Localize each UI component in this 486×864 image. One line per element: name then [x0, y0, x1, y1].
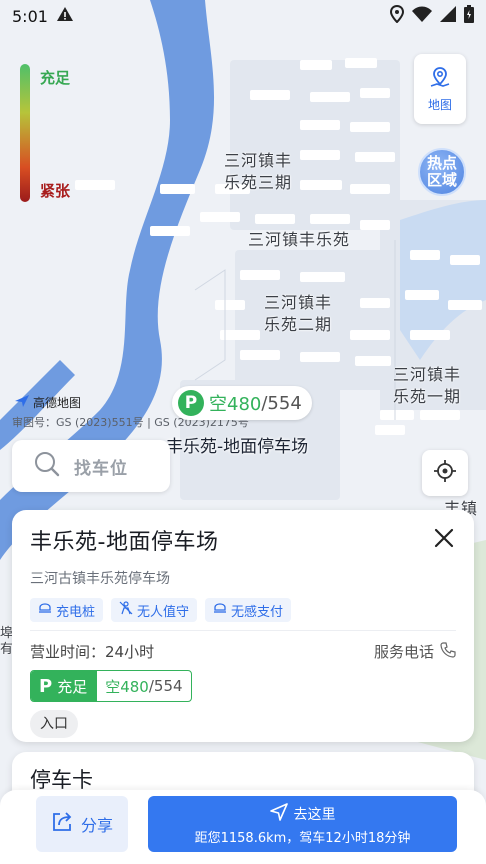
find-parking-search[interactable]: 找车位	[12, 440, 170, 492]
parking-detail-card: 丰乐苑-地面停车场 三河古镇丰乐苑停车场 充电桩 无人值守 无感支付 营业时间：…	[12, 510, 474, 742]
tag-unattended: 无人值守	[111, 598, 198, 622]
unattended-icon	[119, 601, 133, 619]
signal-icon	[440, 6, 456, 26]
phone-icon	[440, 641, 456, 662]
entrance-chip[interactable]: 入口	[30, 710, 78, 738]
tag-unattended-label: 无人值守	[137, 604, 190, 620]
map-label-main: 三河镇丰乐苑	[248, 230, 351, 249]
map-pin-icon	[428, 65, 452, 92]
share-button[interactable]: 分享	[36, 796, 128, 852]
bottom-action-bar: 分享 去这里 距您1158.6km，驾车12小时18分钟	[0, 790, 486, 864]
status-time: 5:01	[12, 6, 48, 26]
availability-status: P 充足 空480 /554	[30, 670, 192, 702]
navigation-arrow-icon	[269, 802, 288, 825]
route-distance-time: 距您1158.6km，驾车12小时18分钟	[194, 830, 411, 846]
parking-subtitle: 三河古镇丰乐苑停车场	[30, 571, 170, 587]
parking-p-icon: P	[178, 390, 204, 416]
amap-logo-text: 高德地图	[33, 396, 82, 410]
navigate-label: 去这里	[293, 806, 336, 823]
search-icon	[34, 451, 60, 481]
availability-total: /554	[148, 677, 183, 695]
legend-top-label: 充足	[40, 69, 71, 87]
share-label: 分享	[80, 816, 113, 835]
location-icon	[389, 4, 405, 27]
status-icons	[389, 4, 474, 27]
map-label-sanqi: 三河镇丰 乐苑三期	[224, 151, 293, 192]
availability-level-label: 充足	[57, 677, 88, 696]
navigate-here-button[interactable]: 去这里 距您1158.6km，驾车12小时18分钟	[148, 796, 457, 852]
availability-p-icon: P	[39, 675, 53, 697]
marker-name: 丰乐苑-地面停车场	[166, 437, 309, 457]
business-hours: 营业时间：24小时	[30, 643, 155, 661]
marker-free-spaces: 空480	[209, 394, 262, 415]
tag-contactless-label: 无感支付	[231, 604, 284, 620]
availability-free: 空480	[105, 677, 149, 696]
card-divider	[30, 630, 456, 631]
service-phone-button[interactable]: 服务电话	[374, 641, 456, 662]
search-placeholder: 找车位	[74, 458, 128, 479]
availability-counts: 空480 /554	[97, 671, 190, 701]
service-phone-label: 服务电话	[373, 643, 434, 661]
close-icon[interactable]	[432, 526, 456, 550]
crosshair-icon	[433, 459, 457, 487]
legend-gradient	[20, 64, 30, 202]
charging-icon	[38, 601, 52, 619]
parking-title: 丰乐苑-地面停车场	[30, 530, 219, 555]
hours-row: 营业时间：24小时 服务电话	[30, 641, 456, 662]
amap-logo: 高德地图	[14, 394, 81, 411]
marker-total-spaces: /554	[261, 392, 302, 414]
availability-level: P 充足	[31, 671, 98, 701]
wifi-icon	[412, 6, 432, 26]
map-label-yiqi: 三河镇丰 乐苑一期	[393, 365, 462, 406]
map-mode-button[interactable]: 地图	[414, 54, 466, 124]
contactless-icon	[213, 601, 227, 619]
locate-me-button[interactable]	[422, 450, 468, 496]
battery-icon	[464, 5, 474, 27]
congestion-legend: 充足 紧张	[20, 64, 70, 202]
hot-area-button[interactable]: 热点 区域	[418, 148, 466, 196]
feature-tags: 充电桩 无人值守 无感支付	[30, 598, 456, 622]
map-label-erqi: 三河镇丰 乐苑二期	[264, 293, 333, 334]
parking-marker[interactable]: P 空480 /554	[172, 386, 312, 420]
legend-bottom-label: 紧张	[40, 182, 71, 200]
share-icon	[51, 811, 73, 837]
tag-charging: 充电桩	[30, 598, 104, 622]
hot-area-label: 热点 区域	[426, 154, 457, 189]
status-bar: 5:01	[0, 0, 486, 32]
warning-icon	[56, 6, 74, 26]
tag-charging-label: 充电桩	[56, 604, 96, 620]
amap-arrow-icon	[14, 394, 30, 411]
map-mode-label: 地图	[427, 98, 452, 112]
tag-contactless-pay: 无感支付	[205, 598, 292, 622]
